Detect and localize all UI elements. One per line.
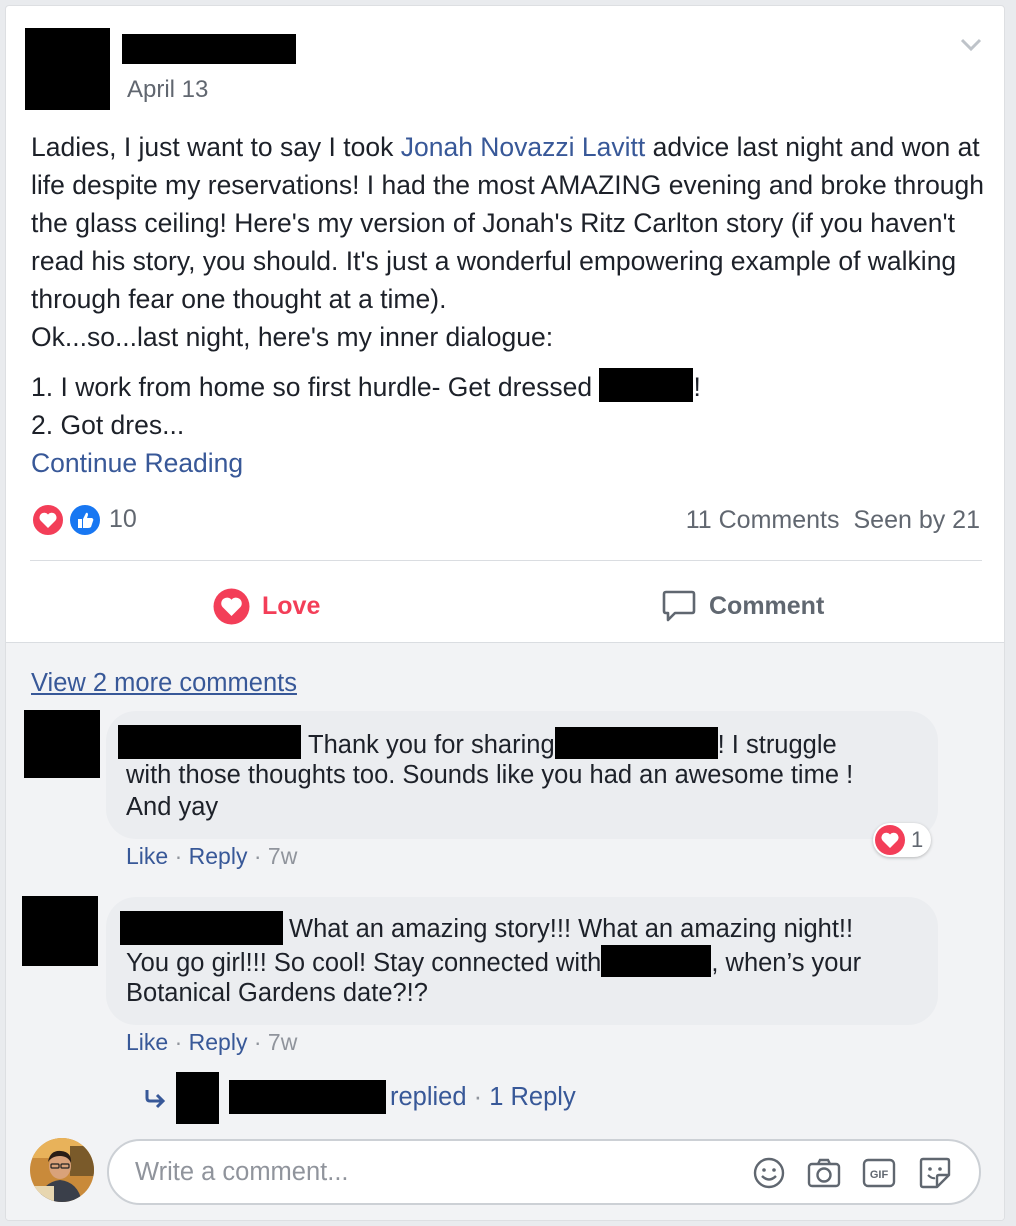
comment-text-line: And yay xyxy=(126,793,219,821)
comment-composer: GIF xyxy=(107,1139,981,1205)
replies-link[interactable]: replied · 1 Reply xyxy=(390,1083,576,1112)
replier-name-redacted[interactable] xyxy=(229,1080,386,1114)
post-list-item-1: 1. I work from home so first hurdle- Get… xyxy=(31,368,991,406)
comment-button[interactable]: Comment xyxy=(661,584,824,628)
reply-comment-link[interactable]: Reply xyxy=(189,843,248,869)
comments-count[interactable]: 11 Comments xyxy=(686,506,840,534)
like-reaction-icon xyxy=(68,503,102,537)
continue-reading-link[interactable]: Continue Reading xyxy=(31,444,991,482)
post-date[interactable]: April 13 xyxy=(127,76,208,104)
emoji-icon[interactable] xyxy=(751,1155,787,1191)
commenter-name-redacted[interactable] xyxy=(118,725,301,759)
comment-text-line: with those thoughts too. Sounds like you… xyxy=(126,761,854,789)
sticker-icon[interactable] xyxy=(917,1155,953,1191)
comment-time[interactable]: 7w xyxy=(268,1029,297,1055)
tagged-user-link[interactable]: Jonah Novazzi Lavitt xyxy=(401,132,646,162)
comment-icon xyxy=(662,590,696,622)
write-comment-input[interactable] xyxy=(133,1153,737,1191)
post-paragraph: Ladies, I just want to say I took Jonah … xyxy=(31,132,985,314)
chevron-down-icon[interactable] xyxy=(958,34,984,54)
commenter-avatar-redacted[interactable] xyxy=(24,710,100,778)
post-list-item-2: 2. Got dres... xyxy=(31,410,185,440)
post-dialogue-line: Ok...so...last night, here's my inner di… xyxy=(31,322,554,352)
divider xyxy=(30,560,982,561)
comment-text-line: Thank you for sharing! I struggle xyxy=(308,727,837,761)
comment-time[interactable]: 7w xyxy=(268,843,297,869)
author-name-redacted[interactable] xyxy=(122,34,296,64)
post-stats: 11 Comments Seen by 21 xyxy=(686,506,980,535)
post-body: Ladies, I just want to say I took Jonah … xyxy=(31,128,991,482)
reply-comment-link[interactable]: Reply xyxy=(189,1029,248,1055)
reaction-count: 10 xyxy=(109,505,137,533)
redacted-text xyxy=(554,727,718,759)
love-icon xyxy=(213,588,250,624)
commenter-avatar-redacted[interactable] xyxy=(22,896,98,966)
love-reaction-icon xyxy=(875,825,905,855)
current-user-avatar[interactable] xyxy=(30,1138,94,1202)
svg-text:GIF: GIF xyxy=(870,1169,889,1181)
commenter-name-redacted[interactable] xyxy=(120,911,283,945)
love-reaction-icon xyxy=(31,503,65,537)
comment-text-line: What an amazing story!!! What an amazing… xyxy=(289,915,854,943)
gif-icon[interactable]: GIF xyxy=(861,1155,897,1191)
like-comment-link[interactable]: Like xyxy=(126,1029,168,1055)
camera-icon[interactable] xyxy=(806,1155,842,1191)
post-card: April 13 Ladies, I just want to say I to… xyxy=(5,5,1005,1221)
seen-by-count[interactable]: Seen by 21 xyxy=(854,506,981,534)
comment-text-line: You go girl!!! So cool! Stay connected w… xyxy=(126,945,861,979)
author-avatar-redacted[interactable] xyxy=(25,28,110,110)
love-button[interactable]: Love xyxy=(213,584,320,628)
redacted-text xyxy=(601,945,712,977)
comment-reaction-badge[interactable]: 1 xyxy=(873,823,931,857)
comment-text-line: Botanical Gardens date?!? xyxy=(126,979,428,1007)
like-comment-link[interactable]: Like xyxy=(126,843,168,869)
replier-avatar-redacted[interactable] xyxy=(176,1072,219,1124)
reply-arrow-icon xyxy=(145,1090,166,1109)
comment-meta: Like · Reply · 7w xyxy=(126,843,298,869)
redacted-text xyxy=(599,368,694,402)
view-more-comments-link[interactable]: View 2 more comments xyxy=(31,669,297,698)
comment-meta: Like · Reply · 7w xyxy=(126,1029,298,1055)
